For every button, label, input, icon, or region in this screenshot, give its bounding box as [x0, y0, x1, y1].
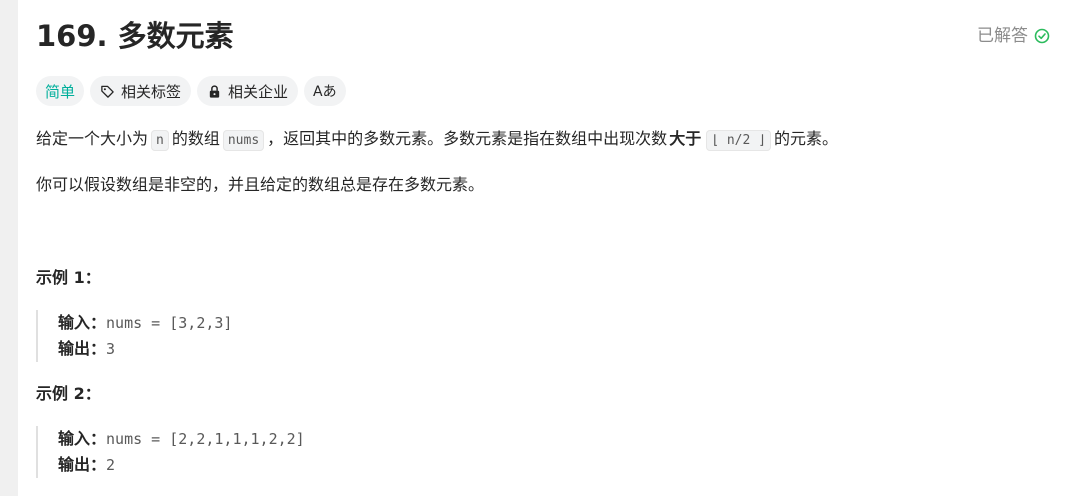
emphasis-text: 大于 [669, 129, 702, 148]
example-input-value: nums = [2,2,1,1,1,2,2] [106, 430, 305, 448]
example-input-line: 输入：nums = [2,2,1,1,1,2,2] [58, 426, 658, 452]
font-toggle-button[interactable]: Aあ [304, 76, 346, 106]
related-companies-label: 相关企业 [228, 82, 289, 101]
example-input-label: 输入： [58, 429, 107, 448]
description-text: 的元素。 [774, 129, 839, 148]
panel-left-edge [0, 0, 18, 496]
example-title: 示例 2： [36, 384, 101, 403]
example-input-line: 输入：nums = [3,2,3] [58, 310, 658, 336]
example-output-label: 输出： [58, 339, 107, 358]
example-output-value: 2 [106, 456, 116, 474]
problem-description: 169. 多数元素 已解答 简单 相关标签 相关企业 Aあ 给定一个大小为 n … [36, 0, 1056, 496]
description-text: ，返回其中的多数元素。多数元素是指在数组中出现次数 [267, 129, 668, 148]
solved-status: 已解答 [977, 24, 1050, 48]
example-input-label: 输入： [58, 313, 107, 332]
example-output-line: 输出：3 [58, 336, 658, 362]
example-output-line: 输出：2 [58, 452, 658, 478]
description-text: 给定一个大小为 [36, 129, 149, 148]
lock-icon [209, 84, 220, 98]
example-title: 示例 1： [36, 268, 101, 287]
translate-icon: Aあ [313, 84, 337, 100]
problem-tags: 简单 相关标签 相关企业 Aあ [36, 76, 346, 106]
problem-title[interactable]: 169. 多数元素 [36, 16, 234, 56]
related-tags-label: 相关标签 [121, 82, 182, 101]
example-output-value: 3 [106, 340, 116, 358]
tag-icon [101, 85, 114, 98]
inline-code: ⌊ n/2 ⌋ [706, 130, 771, 151]
check-circle-icon [1034, 28, 1050, 44]
example-block: 输入：nums = [3,2,3] 输出：3 [36, 310, 658, 362]
related-companies-button[interactable]: 相关企业 [197, 76, 299, 106]
description-paragraph-1: 给定一个大小为 n 的数组 nums ，返回其中的多数元素。多数元素是指在数组中出现次数… [36, 126, 838, 154]
example-output-label: 输出： [58, 455, 107, 474]
example-input-value: nums = [3,2,3] [106, 314, 233, 332]
inline-code: nums [222, 130, 265, 151]
difficulty-label: 简单 [45, 82, 76, 101]
example-block: 输入：nums = [2,2,1,1,1,2,2] 输出：2 [36, 426, 658, 478]
inline-code: n [151, 130, 169, 151]
difficulty-badge[interactable]: 简单 [36, 76, 85, 106]
description-paragraph-2: 你可以假设数组是非空的，并且给定的数组总是存在多数元素。 [36, 175, 485, 194]
description-text: 的数组 [171, 129, 220, 148]
solved-status-label: 已解答 [977, 26, 1028, 46]
related-tags-button[interactable]: 相关标签 [90, 76, 192, 106]
